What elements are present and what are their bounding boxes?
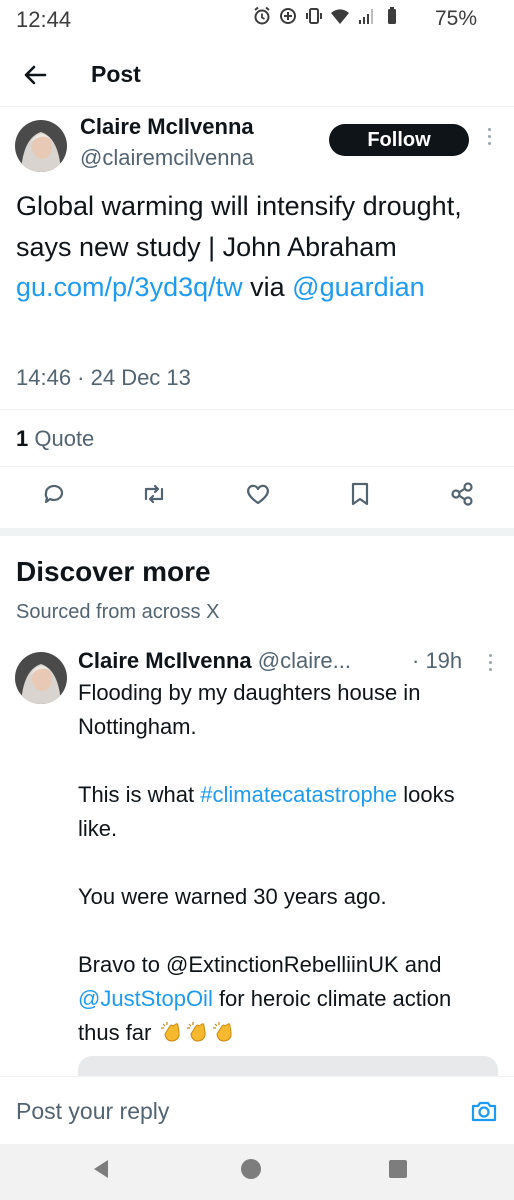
discover-author-handle[interactable]: @claire... xyxy=(258,648,351,673)
post-text: Global warming will intensify drought, s… xyxy=(16,186,496,308)
wifi-icon xyxy=(331,9,349,24)
divider xyxy=(0,466,514,467)
battery-percentage: 75% xyxy=(434,7,477,30)
post-mention[interactable]: @guardian xyxy=(292,272,425,302)
clapping-hands-icon xyxy=(212,1022,232,1042)
tweet-line: Bravo to @ExtinctionRebelliinUK and @Jus… xyxy=(78,948,498,1050)
reply-icon[interactable] xyxy=(40,480,68,508)
status-time: 12:44 xyxy=(16,7,72,32)
discover-subtitle: Sourced from across X xyxy=(16,601,220,623)
post-header: Post xyxy=(0,48,514,104)
reply-bar xyxy=(0,1076,514,1144)
post-link[interactable]: gu.com/p/3yd3q/tw xyxy=(16,272,243,302)
quote-count-number: 1 xyxy=(16,426,29,451)
divider xyxy=(0,409,514,410)
post-text-via: via xyxy=(242,272,293,302)
author-handle[interactable]: @clairemcilvenna xyxy=(80,145,254,171)
discover-author-name[interactable]: Claire McIlvenna xyxy=(78,648,252,673)
repost-icon[interactable] xyxy=(140,480,168,508)
status-icons xyxy=(252,6,402,26)
more-options-icon[interactable] xyxy=(482,128,496,152)
signal-icon xyxy=(359,9,373,24)
quote-count[interactable]: 1 Quote xyxy=(16,426,94,452)
hashtag-link[interactable]: #climatecatastrophe xyxy=(200,782,397,807)
alarm-icon xyxy=(254,6,270,25)
tweet-line: You were warned 30 years ago. xyxy=(78,884,387,909)
data-saver-icon xyxy=(280,8,296,24)
status-bar: 12:44 75% xyxy=(0,0,514,40)
bookmark-icon[interactable] xyxy=(346,480,374,508)
divider xyxy=(0,106,514,107)
clapping-hands-icon xyxy=(186,1022,206,1042)
tweet-text: Bravo to @ExtinctionRebelliinUK and xyxy=(78,952,442,977)
more-options-icon[interactable] xyxy=(483,654,497,678)
clapping-hands-icon xyxy=(160,1022,180,1042)
nav-home-icon[interactable] xyxy=(241,1159,261,1179)
media-preview[interactable] xyxy=(78,1056,498,1076)
post-timestamp: 14:46 · 24 Dec 13 xyxy=(16,365,191,390)
discover-title: Discover more xyxy=(16,556,211,587)
discover-tweet-header[interactable]: Claire McIlvenna @claire... xyxy=(78,648,351,674)
tweet-line: This is what #climatecatastrophe looks l… xyxy=(78,778,498,846)
nav-recent-apps-icon[interactable] xyxy=(389,1160,407,1178)
camera-icon[interactable] xyxy=(470,1097,498,1125)
vibrate-icon xyxy=(306,8,322,24)
discover-tweet-text[interactable]: Flooding by my daughters house in Nottin… xyxy=(78,676,498,1050)
nav-back-icon[interactable] xyxy=(90,1158,112,1180)
discover-tweet-time: · 19h xyxy=(412,648,463,673)
section-separator xyxy=(0,528,514,536)
system-nav-bar xyxy=(0,1144,514,1200)
avatar[interactable] xyxy=(15,120,67,172)
page-title: Post xyxy=(91,61,141,87)
battery-icon xyxy=(388,7,396,24)
tweet-text: This is what xyxy=(78,782,201,807)
avatar[interactable] xyxy=(15,652,67,704)
back-arrow-icon[interactable] xyxy=(20,60,50,90)
like-icon[interactable] xyxy=(244,480,272,508)
author-name[interactable]: Claire McIlvenna xyxy=(80,114,254,140)
mention-link[interactable]: @JustStopOil xyxy=(78,986,213,1011)
reply-input[interactable] xyxy=(0,1091,460,1131)
action-bar xyxy=(0,480,514,512)
tweet-line: Flooding by my daughters house in Nottin… xyxy=(78,680,421,739)
share-icon[interactable] xyxy=(448,480,476,508)
quote-count-label: Quote xyxy=(28,426,95,451)
follow-button[interactable]: Follow xyxy=(329,124,469,156)
post-text-main: Global warming will intensify drought, s… xyxy=(16,191,462,262)
